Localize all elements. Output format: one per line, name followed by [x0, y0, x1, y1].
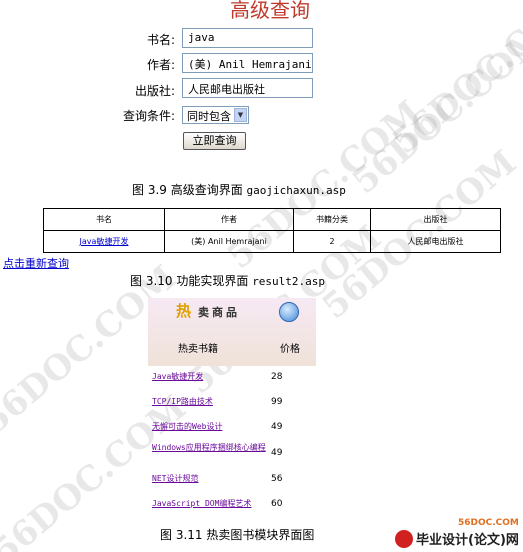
header-author: 作者: [164, 208, 294, 231]
hot-book-link[interactable]: NET设计规范: [152, 474, 266, 484]
hot-col-price: 价格: [280, 344, 300, 355]
submit-query-button[interactable]: 立即查询: [183, 132, 246, 150]
cell-author: (美) Anil Hemrajani: [164, 230, 294, 253]
condition-select[interactable]: 同时包含 ▼: [182, 106, 249, 124]
watermark: 56DOC.COM: [345, 17, 523, 203]
site-logo: 毕业设计(论文)网: [395, 528, 519, 548]
list-item: 无懈可击的Web设计 49: [152, 422, 312, 444]
site-logo-small: 56DOC.COM: [458, 518, 519, 528]
list-item: Java敏捷开发 28: [152, 372, 312, 394]
title-field-label: 书名:: [146, 33, 175, 47]
caption-label: 图 3.10 功能实现界面: [130, 274, 249, 288]
hot-book-link[interactable]: TCP/IP路由技术: [152, 397, 266, 407]
cell-title: Java敏捷开发: [43, 230, 165, 253]
logo-icon: [395, 529, 413, 548]
hot-book-price: 56: [271, 474, 283, 484]
hot-book-link[interactable]: Windows应用程序捆绑核心编程: [152, 443, 266, 453]
watermark: 56DOC.COM: [385, 0, 523, 163]
figure-3-10-caption: 图 3.10 功能实现界面 result2.asp: [130, 272, 325, 289]
header-title: 书名: [43, 208, 165, 231]
author-field[interactable]: (美) Anil Hemrajani: [182, 53, 313, 73]
re-search-link[interactable]: 点击重新查询: [3, 255, 69, 271]
hot-book-price: 49: [271, 448, 283, 458]
caption-label: 图 3.9 高级查询界面: [132, 183, 243, 197]
hot-book-link[interactable]: 无懈可击的Web设计: [152, 422, 266, 432]
book-link[interactable]: Java敏捷开发: [80, 237, 129, 246]
table-row: Java敏捷开发 (美) Anil Hemrajani 2 人民邮电出版社: [43, 230, 501, 253]
hot-banner: 热 卖商品: [148, 298, 316, 328]
hot-book-link[interactable]: Java敏捷开发: [152, 372, 266, 382]
table-header-row: 书名 作者 书籍分类 出版社: [43, 208, 501, 231]
hot-book-price: 99: [271, 397, 283, 407]
condition-value: 同时包含: [187, 110, 231, 123]
hot-col-book: 热卖书籍: [178, 344, 218, 355]
hot-title-char: 热: [176, 302, 192, 320]
figure-3-9-caption: 图 3.9 高级查询界面 gaojichaxun.asp: [132, 181, 346, 198]
title-field[interactable]: java: [182, 28, 313, 48]
list-item: Windows应用程序捆绑核心编程 49: [152, 443, 312, 465]
form-title: 高级查询: [230, 0, 310, 22]
result-table: 书名 作者 书籍分类 出版社 Java敏捷开发 (美) Anil Hemraja…: [43, 208, 501, 253]
logo-text: 毕业设计(论文)网: [416, 533, 519, 548]
condition-label: 查询条件:: [122, 109, 175, 123]
chevron-down-icon[interactable]: ▼: [234, 108, 247, 122]
hot-title: 卖商品: [198, 306, 240, 319]
hot-book-price: 28: [271, 372, 283, 382]
list-item: NET设计规范 56: [152, 474, 312, 496]
hot-book-price: 60: [271, 499, 283, 509]
header-category: 书籍分类: [293, 208, 371, 231]
globe-icon: [279, 302, 299, 322]
list-item: JavaScript DOM编程艺术 60: [152, 499, 312, 521]
hot-book-link[interactable]: JavaScript DOM编程艺术: [152, 499, 266, 509]
cell-category: 2: [293, 230, 371, 253]
header-publisher: 出版社: [370, 208, 501, 231]
caption-filename: result2.asp: [252, 275, 326, 288]
cell-publisher: 人民邮电出版社: [370, 230, 501, 253]
hot-book-price: 49: [271, 422, 283, 432]
figure-3-11-caption: 图 3.11 热卖图书模块界面图: [160, 528, 315, 542]
list-item: TCP/IP路由技术 99: [152, 397, 312, 419]
author-field-label: 作者:: [146, 58, 175, 72]
hot-books-panel: 热 卖商品 热卖书籍 价格: [148, 298, 316, 366]
caption-filename: gaojichaxun.asp: [246, 184, 346, 197]
publisher-field-label: 出版社:: [134, 84, 175, 98]
publisher-field[interactable]: 人民邮电出版社: [182, 78, 313, 98]
